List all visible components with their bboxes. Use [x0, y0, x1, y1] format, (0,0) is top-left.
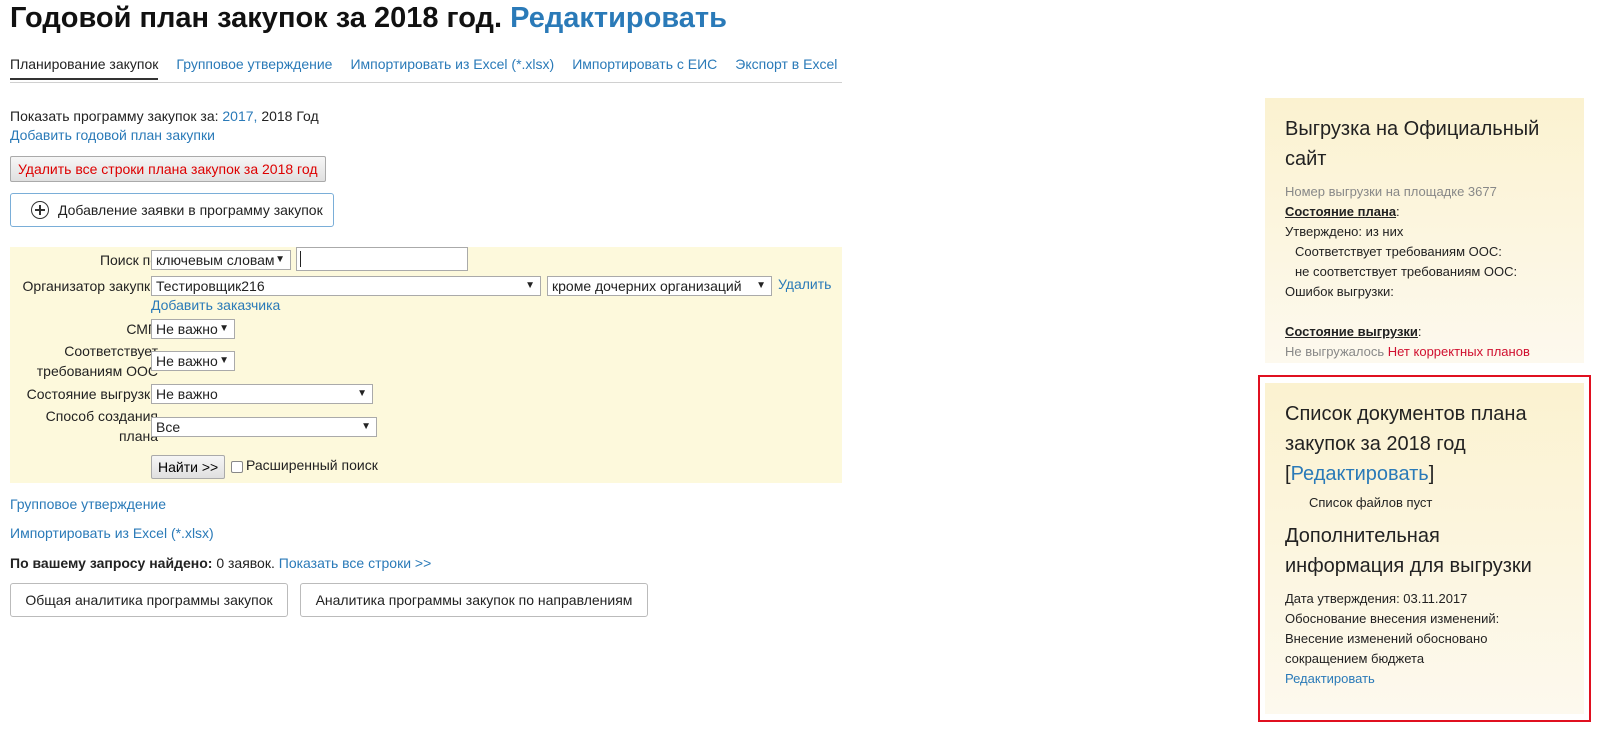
find-button[interactable]: Найти >>: [151, 455, 226, 479]
dropdown-arrow-icon: ▼: [275, 254, 285, 265]
delete-organizer-link[interactable]: Удалить: [778, 276, 831, 292]
upload-panel-title: Выгрузка на Официальный сайт: [1285, 118, 1540, 170]
search-input[interactable]: [296, 247, 468, 271]
show-program-label: Показать программу закупок за:: [10, 108, 219, 124]
search-filter-panel: Поиск по ключевым словам ▼ Организатор за…: [10, 247, 842, 483]
dropdown-arrow-icon: ▼: [756, 280, 766, 291]
edit-documents-link[interactable]: Редактировать: [1291, 463, 1429, 485]
tab-group-approval[interactable]: Групповое утверждение: [176, 56, 332, 78]
creation-method-label: Способ создания плана: [46, 406, 158, 446]
upload-panel: Выгрузка на Официальный сайт Номер выгру…: [1265, 98, 1584, 363]
delete-all-rows-button[interactable]: Удалить все строки плана закупок за 2018…: [10, 156, 326, 182]
results-summary: По вашему запросу найдено: 0 заявок. Пок…: [10, 555, 431, 571]
smp-value: Не важно: [156, 321, 218, 337]
oos-value: Не важно: [156, 353, 218, 369]
change-reason-label: Обоснование внесения изменений:: [1285, 611, 1500, 626]
extended-search-checkbox[interactable]: [231, 461, 243, 473]
tab-planning[interactable]: Планирование закупок: [10, 56, 159, 80]
oos-label-line-1: Соответствует: [64, 343, 158, 359]
program-year-selector: Показать программу закупок за: 2017, 201…: [10, 108, 319, 124]
add-annual-plan-link[interactable]: Добавить годовой план закупки: [10, 127, 215, 143]
change-reason-line-1: Внесение изменений обосновано: [1285, 631, 1488, 646]
oos-label: Соответствует требованиям ООС: [37, 341, 158, 381]
oos-compliant-count: Соответствует требованиям ООС:: [1295, 244, 1502, 259]
oos-label-line-2: требованиям ООС: [36, 363, 158, 379]
general-analytics-button[interactable]: Общая аналитика программы закупок: [10, 583, 288, 617]
documents-panel-title: Список документов плана закупок за 2018 …: [1285, 399, 1564, 489]
plan-state-label: Состояние плана: [1285, 204, 1397, 219]
upload-state-heading: Состояние выгрузки: [1285, 324, 1418, 339]
add-request-label: Добавление заявки в программу закупок: [58, 202, 323, 218]
bracket-close: ]: [1428, 463, 1435, 485]
dropdown-arrow-icon: ▼: [525, 280, 535, 291]
subsidiaries-value: кроме дочерних организаций: [552, 278, 742, 294]
upload-errors-count: Ошибок выгрузки:: [1285, 284, 1394, 299]
edit-extra-info-link[interactable]: Редактировать: [1285, 671, 1375, 686]
tab-import-excel[interactable]: Импортировать из Excel (*.xlsx): [350, 56, 554, 78]
upload-state-select[interactable]: Не важно ▼: [151, 384, 373, 404]
group-approval-link[interactable]: Групповое утверждение: [10, 496, 166, 512]
dropdown-arrow-icon: ▼: [357, 388, 367, 399]
edit-plan-link[interactable]: Редактировать: [510, 2, 727, 34]
current-year-label: 2018 Год: [261, 108, 319, 124]
subsidiaries-select[interactable]: кроме дочерних организаций ▼: [547, 276, 772, 296]
organizer-value: Тестировщик216: [156, 278, 265, 294]
upload-state-label: Состояние выгрузки: [26, 386, 158, 402]
results-found-label: По вашему запросу найдено:: [10, 555, 213, 571]
oos-select[interactable]: Не важно ▼: [151, 351, 235, 371]
organizer-select[interactable]: Тестировщик216 ▼: [151, 276, 541, 296]
extended-search-label: Расширенный поиск: [246, 457, 378, 473]
search-by-label: Поиск по: [99, 252, 158, 268]
tab-bar: Планирование закупок Групповое утверждени…: [10, 56, 842, 83]
creation-label-line-1: Способ создания: [45, 408, 158, 424]
upload-state-value: Не важно: [156, 386, 218, 402]
approved-count: Утверждено: из них: [1285, 224, 1404, 239]
dropdown-arrow-icon: ▼: [361, 421, 371, 432]
add-customer-link[interactable]: Добавить заказчика: [151, 297, 280, 313]
upload-number: Номер выгрузки на площадке 3677: [1285, 184, 1497, 199]
page-title-text: Годовой план закупок за 2018 год.: [10, 2, 503, 34]
dropdown-arrow-icon: ▼: [219, 355, 229, 366]
oos-noncompliant-count: не соответствует требованиям ООС:: [1295, 264, 1518, 279]
smp-select[interactable]: Не важно ▼: [151, 319, 235, 339]
year-2017-link[interactable]: 2017,: [222, 108, 257, 124]
directions-analytics-button[interactable]: Аналитика программы закупок по направлен…: [300, 583, 648, 617]
creation-method-select[interactable]: Все ▼: [151, 417, 377, 437]
page-title: Годовой план закупок за 2018 год. Редакт…: [10, 2, 727, 35]
not-uploaded-status: Не выгружалось: [1285, 344, 1385, 359]
documents-panel: Список документов плана закупок за 2018 …: [1265, 383, 1584, 714]
extra-info-title: Дополнительная информация для выгрузки: [1285, 525, 1532, 577]
change-reason-line-2: сокращением бюджета: [1285, 651, 1425, 666]
organizer-label: Организатор закупки: [22, 278, 158, 294]
results-count: 0 заявок.: [216, 555, 275, 571]
dropdown-arrow-icon: ▼: [219, 323, 229, 334]
plus-circle-icon: [31, 201, 49, 219]
no-valid-plans-status: Нет корректных планов: [1387, 344, 1530, 359]
tab-import-eis[interactable]: Импортировать с ЕИС: [572, 56, 717, 78]
add-request-button[interactable]: Добавление заявки в программу закупок: [10, 193, 334, 227]
creation-method-value: Все: [156, 419, 181, 435]
approval-date: Дата утверждения: 03.11.2017: [1285, 591, 1468, 606]
import-excel-link[interactable]: Импортировать из Excel (*.xlsx): [10, 525, 214, 541]
files-empty-message: Список файлов пуст: [1309, 495, 1433, 510]
tab-export-excel[interactable]: Экспорт в Excel: [735, 56, 837, 78]
search-mode-select[interactable]: ключевым словам ▼: [151, 250, 291, 270]
show-all-rows-link[interactable]: Показать все строки >>: [279, 555, 432, 571]
documents-title-text: Список документов плана закупок за 2018 …: [1285, 403, 1527, 455]
search-mode-value: ключевым словам: [156, 252, 275, 268]
